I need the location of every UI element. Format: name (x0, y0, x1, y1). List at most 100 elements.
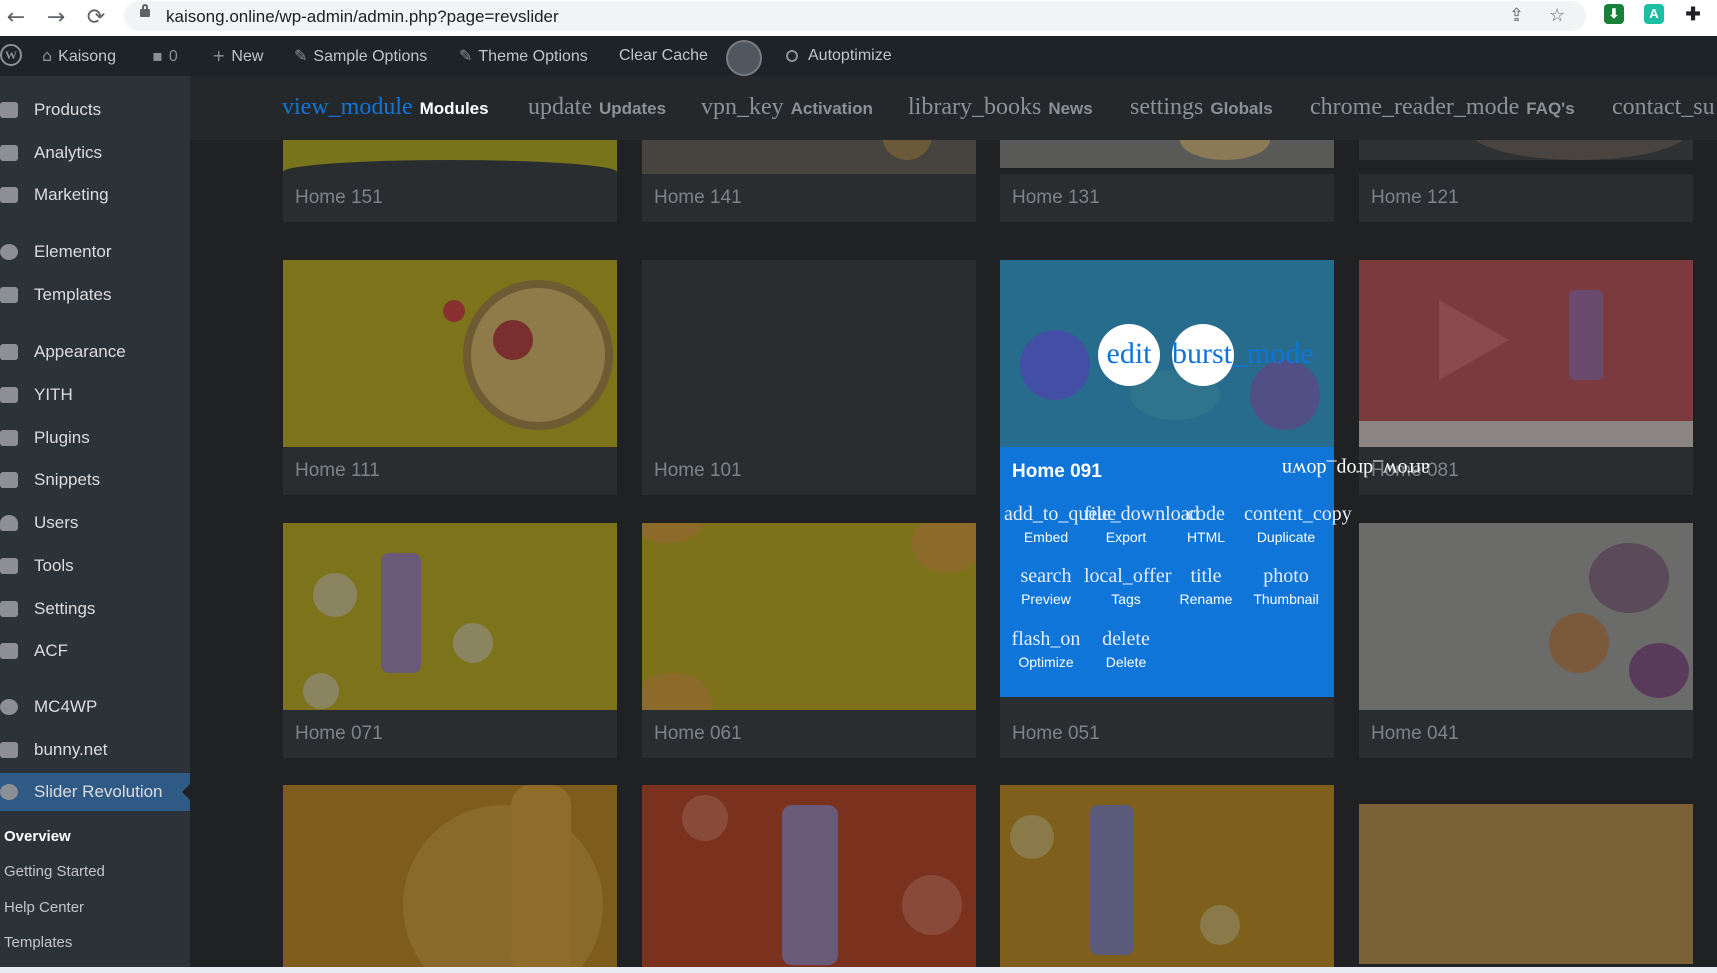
sidebar-item-marketing[interactable]: Marketing (0, 176, 190, 214)
photo-icon: photo (1263, 565, 1309, 587)
sidebar-item-settings[interactable]: Settings (0, 590, 190, 628)
tab-globals[interactable]: settings Globals (1130, 94, 1273, 121)
settings-icon (0, 601, 18, 617)
module-title: Home 051 (1000, 710, 1334, 758)
embed-action[interactable]: add_to_queue Embed (1004, 503, 1117, 545)
module-thumbnail (283, 260, 617, 447)
lemon-decoration (1200, 905, 1240, 945)
contact-support-icon: contact_su (1612, 94, 1715, 120)
slider-revolution-submenu: Overview Getting Started Help Center Tem… (0, 811, 190, 959)
module-actions-panel: Home 091 arrow_drop_down add_to_queue Emb… (1000, 447, 1430, 697)
sidebar-item-users[interactable]: Users (0, 504, 190, 542)
download-extension-icon[interactable]: ⬇ (1604, 4, 1624, 24)
reload-icon[interactable]: ⟳ (82, 4, 110, 32)
lemon-decoration (313, 573, 357, 617)
submenu-overview[interactable]: Overview (4, 828, 71, 845)
sidebar-item-plugins[interactable]: Plugins (0, 419, 190, 457)
add-to-queue-icon: add_to_queue (1004, 503, 1117, 525)
bottle-decoration (1569, 290, 1603, 380)
tab-faqs[interactable]: chrome_reader_mode FAQ's (1310, 94, 1575, 121)
user-icon (0, 515, 18, 531)
clear-cache-link[interactable]: Clear Cache (619, 36, 708, 76)
sidebar-item-templates[interactable]: Templates (0, 276, 190, 314)
tab-activation[interactable]: vpn_key Activation (701, 94, 873, 121)
star-icon[interactable]: ☆ (1549, 5, 1565, 26)
wordpress-logo-icon[interactable]: W (0, 44, 22, 66)
preview-action[interactable]: search Preview (1004, 565, 1088, 607)
products-icon (0, 102, 18, 118)
folder-icon (0, 287, 18, 303)
edit-button[interactable]: edit (1098, 324, 1160, 386)
back-icon[interactable]: ← (2, 4, 30, 32)
wp-admin-bar: W ⌂ Kaisong ▪ 0 + New ✎ Sample Options ✎ Them… (0, 36, 1717, 76)
code-icon: code (1187, 503, 1225, 525)
sample-options-link[interactable]: ✎ Sample Options (294, 36, 427, 76)
ground-decoration (1359, 421, 1693, 447)
site-name-link[interactable]: ⌂ Kaisong (42, 36, 116, 76)
sidebar-item-slider-revolution[interactable]: Slider Revolution (0, 773, 190, 811)
sidebar-item-appearance[interactable]: Appearance (0, 333, 190, 371)
forward-icon[interactable]: → (42, 4, 70, 32)
lock-icon (140, 4, 150, 17)
module-title: Home 041 (1359, 710, 1693, 758)
module-thumbnail (642, 785, 976, 967)
sidebar-item-acf[interactable]: ACF (0, 632, 190, 670)
duplicate-action[interactable]: content_copy Duplicate (1244, 503, 1352, 545)
acf-icon (0, 643, 18, 659)
comments-link[interactable]: ▪ 0 (152, 36, 178, 76)
potato-decoration (1549, 613, 1609, 673)
sidebar-item-elementor[interactable]: Elementor (0, 233, 190, 271)
puzzle-icon[interactable]: ✚ (1683, 4, 1703, 24)
sidebar-item-tools[interactable]: Tools (0, 547, 190, 585)
sidebar-item-snippets[interactable]: Snippets (0, 461, 190, 499)
view-module-icon: view_module (282, 94, 413, 120)
orange-decoration (642, 523, 702, 543)
wave-decoration (283, 160, 617, 174)
tab-updates[interactable]: update Updates (528, 94, 666, 121)
module-title: Home 101 (642, 447, 976, 495)
plus-icon: + (212, 46, 226, 65)
orange-decoration (642, 673, 712, 710)
theme-options-link[interactable]: ✎ Theme Options (459, 36, 588, 76)
tags-action[interactable]: local_offer Tags (1084, 565, 1172, 607)
avatar[interactable] (726, 40, 762, 76)
tab-news[interactable]: library_books News (908, 94, 1093, 121)
sidebar-item-bunny-net[interactable]: bunny.net (0, 731, 190, 769)
module-title: Home 151 (283, 174, 617, 222)
sidebar-item-mc4wp[interactable]: MC4WP (0, 688, 190, 726)
burst-mode-button[interactable]: burst_mode (1172, 324, 1314, 386)
submenu-templates[interactable]: Templates (4, 934, 72, 951)
submenu-getting-started[interactable]: Getting Started (4, 863, 105, 880)
cabbage-decoration (1589, 543, 1669, 613)
tab-contact-support[interactable]: contact_su (1612, 94, 1717, 121)
address-bar[interactable]: kaisong.online/wp-admin/admin.php?page=r… (124, 1, 1586, 31)
sidebar-item-products[interactable]: Products (0, 91, 190, 129)
autoptimize-link[interactable]: Autoptimize (808, 36, 892, 76)
arrow-drop-down-icon[interactable]: arrow_drop_down (1282, 457, 1430, 480)
module-title: Home 061 (642, 710, 976, 758)
scissors-icon (0, 472, 18, 488)
submenu-help-center[interactable]: Help Center (4, 899, 84, 916)
export-action[interactable]: file_download Export (1084, 503, 1200, 545)
url-text[interactable]: kaisong.online/wp-admin/admin.php?page=r… (166, 7, 559, 27)
optimize-action[interactable]: flash_on Optimize (1004, 628, 1088, 670)
content-copy-icon: content_copy (1244, 503, 1352, 525)
thumbnail-action[interactable]: photo Thumbnail (1244, 565, 1328, 607)
plugin-icon (0, 430, 18, 446)
sidebar-item-analytics[interactable]: Analytics (0, 134, 190, 172)
new-content-link[interactable]: + New (212, 36, 263, 76)
tab-modules[interactable]: view_module Modules (282, 94, 489, 121)
pizza-decoration (463, 280, 613, 430)
html-action[interactable]: code HTML (1164, 503, 1248, 545)
share-icon[interactable]: ⇪ (1509, 5, 1524, 26)
local-offer-icon: local_offer (1084, 565, 1172, 587)
rename-action[interactable]: title Rename (1164, 565, 1248, 607)
revslider-nav: view_module Modules update Updates vpn_key… (190, 76, 1717, 140)
grammar-extension-icon[interactable]: A (1644, 4, 1664, 24)
delete-action[interactable]: delete Delete (1084, 628, 1168, 670)
sidebar-item-yith[interactable]: YITH (0, 376, 190, 414)
module-thumbnail (283, 523, 617, 710)
library-books-icon: library_books (908, 94, 1042, 120)
module-card-active[interactable]: edit burst_mode Home 091 arrow_drop_down… (1000, 260, 1430, 697)
module-thumbnail (1359, 260, 1693, 447)
